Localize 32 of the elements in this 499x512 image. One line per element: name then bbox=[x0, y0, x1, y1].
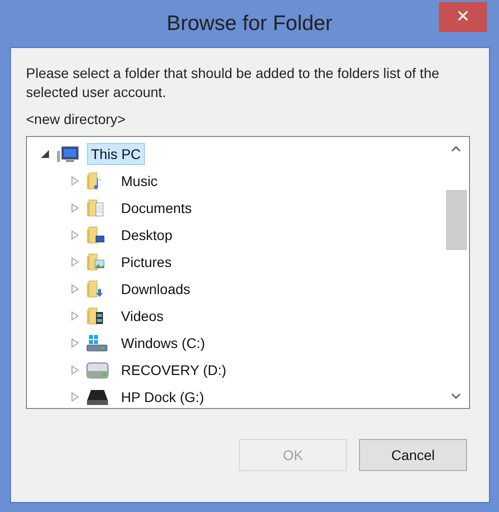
dock-icon bbox=[86, 388, 109, 406]
windows-drive-icon bbox=[86, 334, 109, 352]
tree-item[interactable]: This PC bbox=[87, 142, 145, 164]
collapse-arrow-icon[interactable] bbox=[40, 148, 50, 158]
scroll-down-icon[interactable] bbox=[451, 392, 461, 400]
tree-item[interactable]: Music bbox=[117, 170, 162, 192]
tree-item[interactable]: HP Dock (G:) bbox=[117, 386, 208, 408]
scrollbar-thumb[interactable] bbox=[446, 190, 466, 250]
expand-arrow-icon[interactable] bbox=[70, 284, 80, 294]
tree-item[interactable]: Downloads bbox=[117, 278, 194, 300]
tree-item[interactable]: Windows (C:) bbox=[117, 332, 210, 354]
tree-item[interactable]: Desktop bbox=[117, 224, 176, 246]
close-button[interactable]: ✕ bbox=[439, 2, 487, 32]
expand-arrow-icon[interactable] bbox=[70, 176, 80, 186]
expand-arrow-icon[interactable] bbox=[70, 230, 80, 240]
expand-arrow-icon[interactable] bbox=[70, 338, 80, 348]
instruction-text: Please select a folder that should be added to the folders list of the selected user account. bbox=[26, 64, 440, 102]
tree-item[interactable]: Documents bbox=[117, 196, 196, 218]
expand-arrow-icon[interactable] bbox=[70, 392, 80, 402]
cancel-button[interactable]: Cancel bbox=[359, 439, 467, 471]
expand-arrow-icon[interactable] bbox=[70, 310, 80, 320]
drive-icon bbox=[86, 360, 109, 378]
expand-arrow-icon[interactable] bbox=[70, 364, 80, 374]
tree-item[interactable]: Pictures bbox=[117, 250, 176, 272]
scroll-up-icon[interactable] bbox=[451, 145, 461, 153]
current-path-label: <new directory> bbox=[26, 111, 126, 127]
window-title: Browse for Folder bbox=[166, 12, 332, 36]
tree-item[interactable]: Videos bbox=[117, 304, 168, 326]
computer-icon bbox=[56, 144, 79, 162]
expand-arrow-icon[interactable] bbox=[70, 256, 80, 266]
expand-arrow-icon[interactable] bbox=[70, 202, 80, 212]
tree-item[interactable]: RECOVERY (D:) bbox=[117, 358, 230, 380]
